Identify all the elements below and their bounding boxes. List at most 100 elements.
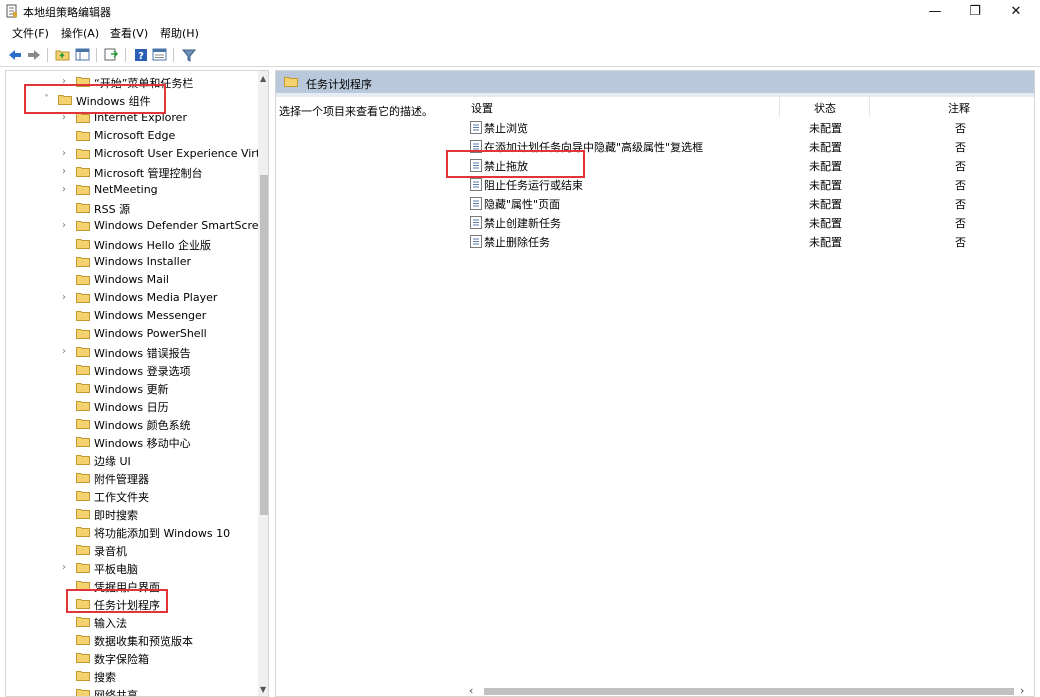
tree-item[interactable]: RSS 源	[6, 199, 254, 217]
tree-item-label: 搜索	[94, 671, 116, 684]
show-hide-tree-icon[interactable]	[74, 46, 91, 63]
policy-setting-row[interactable]: 隐藏"属性"页面 未配置 否	[468, 194, 1034, 213]
tree-item[interactable]: Windows 颜色系统	[6, 415, 254, 433]
policy-setting-state: 未配置	[809, 217, 842, 230]
tree-item[interactable]: Windows 日历	[6, 397, 254, 415]
tree-item[interactable]: › Windows 错误报告	[6, 343, 254, 361]
tree-item[interactable]: 工作文件夹	[6, 487, 254, 505]
policy-setting-row[interactable]: 禁止浏览 未配置 否	[468, 118, 1034, 137]
chevron-right-icon[interactable]: ›	[62, 166, 72, 178]
column-divider[interactable]	[869, 97, 870, 117]
tree-item[interactable]: 即时搜索	[6, 505, 254, 523]
policy-setting-state: 未配置	[809, 141, 842, 154]
policy-setting-icon	[470, 178, 482, 191]
folder-icon	[76, 472, 90, 483]
detail-header-strip	[276, 93, 1034, 97]
folder-icon	[76, 328, 90, 339]
chevron-right-icon[interactable]: ›	[62, 346, 72, 358]
tree-item-label: 将功能添加到 Windows 10	[94, 527, 231, 540]
close-button[interactable]: ✕	[996, 0, 1036, 22]
highlight-box-task-scheduler	[66, 589, 168, 613]
chevron-right-icon[interactable]: ›	[62, 184, 72, 196]
menu-help[interactable]: 帮助(H)	[160, 25, 199, 41]
folder-icon	[76, 562, 90, 573]
detail-horizontal-scrollbar[interactable]: ‹ ›	[464, 682, 1034, 696]
tree-item[interactable]: 边缘 UI	[6, 451, 254, 469]
tree-item[interactable]: 输入法	[6, 613, 254, 631]
chevron-right-icon[interactable]: ›	[62, 148, 72, 160]
tree-item[interactable]: Windows Installer	[6, 253, 254, 271]
tree-item[interactable]: 将功能添加到 Windows 10	[6, 523, 254, 541]
folder-icon	[76, 634, 90, 645]
tree-item[interactable]: 数据收集和预览版本	[6, 631, 254, 649]
folder-icon	[76, 238, 90, 249]
policy-setting-label: 禁止浏览	[484, 122, 528, 135]
tree-item[interactable]: Windows PowerShell	[6, 325, 254, 343]
tree-item[interactable]: Windows 更新	[6, 379, 254, 397]
policy-setting-label: 禁止创建新任务	[484, 217, 561, 230]
forward-icon[interactable]	[25, 46, 42, 63]
filter-icon[interactable]	[180, 46, 197, 63]
column-divider[interactable]	[779, 97, 780, 117]
folder-icon	[76, 274, 90, 285]
policy-setting-row[interactable]: 禁止删除任务 未配置 否	[468, 232, 1034, 251]
detail-scroll-thumb[interactable]	[484, 688, 1014, 695]
scroll-up-icon[interactable]: ▲	[260, 74, 266, 83]
tree-scroll-thumb[interactable]	[260, 175, 268, 515]
policy-setting-state: 未配置	[809, 198, 842, 211]
tree-item[interactable]: Windows 登录选项	[6, 361, 254, 379]
tree-item[interactable]: Microsoft Edge	[6, 127, 254, 145]
folder-icon	[76, 256, 90, 267]
tree-item-label: 即时搜索	[94, 509, 138, 522]
tree-item[interactable]: Windows Messenger	[6, 307, 254, 325]
tree-item[interactable]: 数字保险箱	[6, 649, 254, 667]
tree-item-label: Windows Defender SmartScre	[94, 219, 259, 232]
tree-item[interactable]: › Windows Defender SmartScre	[6, 217, 259, 235]
policy-setting-comment: 否	[955, 217, 966, 230]
tree-item-label: Windows 移动中心	[94, 437, 191, 450]
tree-item[interactable]: Windows 移动中心	[6, 433, 254, 451]
scroll-left-icon[interactable]: ‹	[469, 684, 473, 696]
tree-item[interactable]: › 平板电脑	[6, 559, 254, 577]
tree-item[interactable]: 搜索	[6, 667, 254, 685]
minimize-button[interactable]: —	[915, 0, 955, 22]
tree-item[interactable]: 录音机	[6, 541, 254, 559]
maximize-button[interactable]: ❐	[955, 0, 995, 22]
properties-icon[interactable]	[151, 46, 168, 63]
folder-icon	[76, 382, 90, 393]
chevron-right-icon[interactable]: ›	[62, 562, 72, 574]
back-icon[interactable]	[6, 46, 23, 63]
chevron-right-icon[interactable]: ›	[62, 220, 72, 232]
menu-action[interactable]: 操作(A)	[61, 25, 99, 41]
policy-setting-state: 未配置	[809, 122, 842, 135]
tree-item[interactable]: Windows Mail	[6, 271, 254, 289]
tree-item-label: Windows Media Player	[94, 291, 218, 304]
export-list-icon[interactable]	[103, 46, 120, 63]
chevron-right-icon[interactable]: ›	[62, 292, 72, 304]
tree-item[interactable]: › Microsoft 管理控制台	[6, 163, 254, 181]
column-header-setting[interactable]: 设置	[471, 100, 493, 116]
tree-item-label: Windows 错误报告	[94, 347, 191, 360]
tree-item-label: 录音机	[94, 545, 127, 558]
tree-item-label: Windows Hello 企业版	[94, 239, 211, 252]
tree-item[interactable]: 网络共享	[6, 685, 254, 696]
policy-setting-row[interactable]: 禁止创建新任务 未配置 否	[468, 213, 1034, 232]
folder-icon	[76, 526, 90, 537]
tree-item[interactable]: 附件管理器	[6, 469, 254, 487]
menu-view[interactable]: 查看(V)	[110, 25, 148, 41]
scroll-down-icon[interactable]: ▼	[260, 685, 266, 694]
tree-item[interactable]: › Microsoft User Experience Virt	[6, 145, 260, 163]
column-header-state[interactable]: 状态	[814, 100, 836, 116]
menu-file[interactable]: 文件(F)	[12, 25, 49, 41]
window-title: 本地组策略编辑器	[23, 6, 111, 19]
tree-item[interactable]: Windows Hello 企业版	[6, 235, 254, 253]
up-folder-icon[interactable]	[54, 46, 71, 63]
tree-item[interactable]: › Windows Media Player	[6, 289, 254, 307]
tree-item-label: Microsoft User Experience Virt	[94, 147, 261, 160]
tree-vertical-scrollbar[interactable]: ▲ ▼	[258, 71, 268, 696]
scroll-right-icon[interactable]: ›	[1020, 684, 1024, 696]
help-icon[interactable]: ?	[132, 46, 149, 63]
tree-item[interactable]: › NetMeeting	[6, 181, 254, 199]
column-header-comment[interactable]: 注释	[948, 100, 970, 116]
policy-setting-comment: 否	[955, 179, 966, 192]
